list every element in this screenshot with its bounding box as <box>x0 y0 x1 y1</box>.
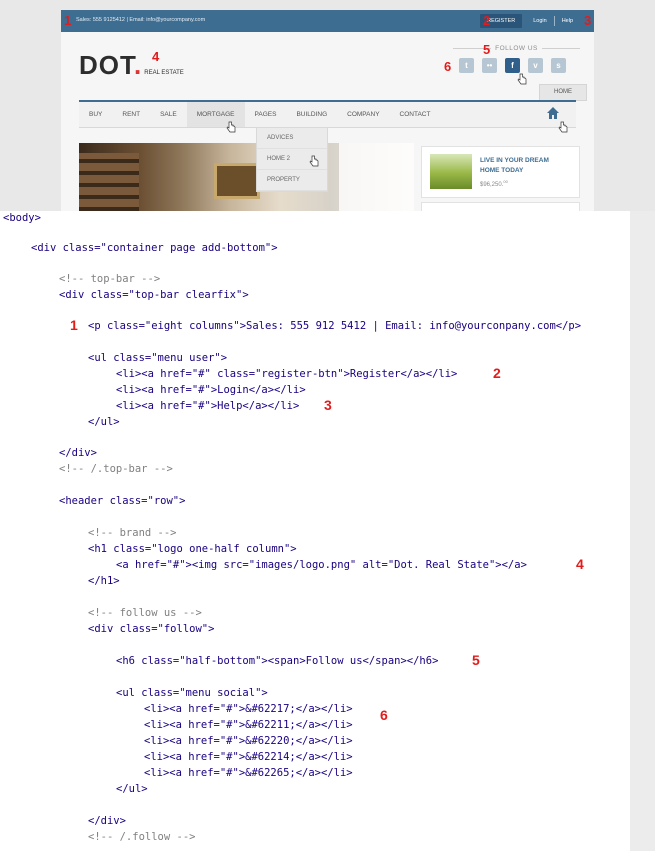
code-comment-follow-end: <!-- /.follow --> <box>88 831 196 843</box>
code-line-li-login: <li><a href="#">Login</a></li> <box>116 384 306 396</box>
hand-cursor-icon <box>226 121 236 133</box>
code-line-container: <div class="container page add-bottom"> <box>31 242 278 254</box>
code-comment-topbar: <!-- top-bar --> <box>59 273 161 285</box>
annotation-marker-5: 5 <box>483 42 491 57</box>
annotation-marker-1: 1 <box>64 13 72 28</box>
code-comment-topbar-end: <!-- /.top-bar --> <box>59 463 173 475</box>
hero-image <box>79 143 414 211</box>
nav-item-company[interactable]: COMPANY <box>337 102 389 127</box>
hand-cursor-icon <box>309 155 319 167</box>
property-card[interactable]: LIVE IN YOUR DREAM HOME TODAY $96,250.00 <box>421 146 580 198</box>
code-line-li-social-2: <li><a href="#">&#62211;</a></li> <box>144 719 353 731</box>
nav-item-pages[interactable]: PAGES <box>245 102 287 127</box>
help-link[interactable]: Help <box>555 10 580 32</box>
nav-item-sale[interactable]: SALE <box>150 102 187 127</box>
code-line-body: <body> <box>3 212 41 224</box>
skype-icon[interactable]: s <box>551 58 566 73</box>
code-line-li-register: <li><a href="#" class="register-btn">Reg… <box>116 368 458 380</box>
code-line-h1: <h1 class="logo one-half column"> <box>88 543 297 555</box>
vimeo-icon[interactable]: v <box>528 58 543 73</box>
code-marker-6: 6 <box>380 707 388 723</box>
code-line-h6: <h6 class="half-bottom"><span>Follow us<… <box>116 655 439 667</box>
code-line-topbar-div: <div class="top-bar clearfix"> <box>59 289 249 301</box>
submenu-item-advices[interactable]: ADVICES <box>257 128 327 149</box>
code-marker-5: 5 <box>472 652 480 668</box>
brand-logo[interactable]: DOT. REAL ESTATE <box>79 50 184 81</box>
code-line-li-social-3: <li><a href="#">&#62220;</a></li> <box>144 735 353 747</box>
social-menu: t •• f v s <box>459 58 566 73</box>
code-line-li-social-5: <li><a href="#">&#62265;</a></li> <box>144 767 353 779</box>
nav-item-contact[interactable]: CONTACT <box>390 102 441 127</box>
code-line-li-social-1: <li><a href="#">&#62217;</a></li> <box>144 703 353 715</box>
home-icon[interactable] <box>546 106 560 120</box>
code-marker-1: 1 <box>70 317 78 333</box>
nav-item-buy[interactable]: BUY <box>79 102 112 127</box>
annotation-marker-2: 2 <box>483 13 491 28</box>
flickr-icon[interactable]: •• <box>482 58 497 73</box>
top-bar: Sales: 555 9125412 | Email: info@yourcom… <box>61 10 594 32</box>
bookshelf-decoration <box>79 153 139 211</box>
code-line-follow-div: <div class="follow"> <box>88 623 215 635</box>
code-marker-3: 3 <box>324 397 332 413</box>
website-frame: Sales: 555 9125412 | Email: info@yourcom… <box>61 10 594 211</box>
follow-us: FOLLOW US <box>453 45 580 52</box>
code-line-li-social-4: <li><a href="#">&#62214;</a></li> <box>144 751 353 763</box>
code-comment-brand: <!-- brand --> <box>88 527 177 539</box>
price-amount: $96,250. <box>480 182 504 188</box>
user-menu: REGISTER Login Help <box>480 10 580 32</box>
annotation-marker-3: 3 <box>584 13 592 28</box>
code-line-header: <header class="row"> <box>59 495 186 507</box>
code-line-ul-close: </ul> <box>88 416 120 428</box>
nav-item-rent[interactable]: RENT <box>112 102 150 127</box>
code-line-img: <a href="#"><img src="images/logo.png" a… <box>116 559 527 571</box>
annotation-marker-6: 6 <box>444 59 452 74</box>
home-tooltip: HOME <box>539 84 587 101</box>
window-decoration <box>339 143 414 211</box>
contact-info: Sales: 555 9125412 | Email: info@yourcom… <box>76 17 206 23</box>
hand-cursor-icon <box>558 121 568 133</box>
code-line-p: <p class="eight columns">Sales: 555 912 … <box>88 320 582 332</box>
code-line-li-help: <li><a href="#">Help</a></li> <box>116 400 300 412</box>
property-title[interactable]: LIVE IN YOUR DREAM HOME TODAY <box>480 156 570 176</box>
submenu-item-property[interactable]: PROPERTY <box>257 170 327 191</box>
main-navigation: BUY RENT SALE MORTGAGE PAGES BUILDING CO… <box>79 100 576 128</box>
code-line-ul-user: <ul class="menu user"> <box>88 352 228 364</box>
logo-text: DOT <box>79 50 134 80</box>
logo-dot: . <box>134 50 143 80</box>
nav-item-building[interactable]: BUILDING <box>286 102 337 127</box>
code-line-div-close-2: </div> <box>88 815 126 827</box>
code-line-ul-close-2: </ul> <box>116 783 148 795</box>
code-line-div-close: </div> <box>59 447 97 459</box>
price-cents: 00 <box>503 179 508 184</box>
property-card-next <box>421 202 580 211</box>
annotation-marker-4: 4 <box>152 49 160 64</box>
hand-cursor-icon <box>517 73 527 85</box>
code-comment-follow: <!-- follow us --> <box>88 607 202 619</box>
painting-decoration <box>214 163 260 199</box>
login-link[interactable]: Login <box>526 10 553 32</box>
code-marker-2: 2 <box>493 365 501 381</box>
website-screenshot: Sales: 555 9125412 | Email: info@yourcom… <box>0 0 655 211</box>
twitter-icon[interactable]: t <box>459 58 474 73</box>
facebook-icon[interactable]: f <box>505 58 520 73</box>
code-marker-4: 4 <box>576 556 584 572</box>
property-thumbnail <box>430 154 472 189</box>
follow-us-title: FOLLOW US <box>453 45 580 52</box>
code-line-ul-social: <ul class="menu social"> <box>116 687 268 699</box>
code-line-h1-close: </h1> <box>88 575 120 587</box>
property-price: $96,250.00 <box>480 179 508 188</box>
source-code-panel: <body> <div class="container page add-bo… <box>0 211 630 851</box>
logo-subtitle: REAL ESTATE <box>144 70 184 76</box>
